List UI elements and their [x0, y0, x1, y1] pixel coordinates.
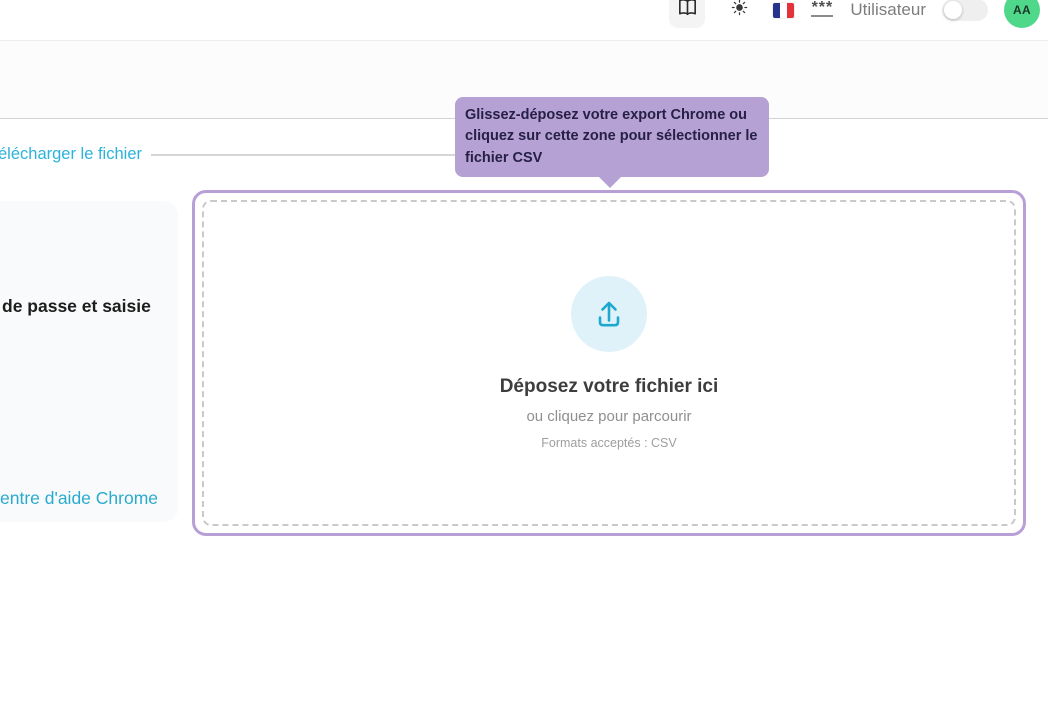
stepper-connector: [151, 154, 495, 156]
sun-icon: [730, 0, 749, 22]
french-flag-icon: [773, 3, 794, 18]
user-mode-toggle[interactable]: [942, 0, 988, 21]
passwords-button[interactable]: ***: [810, 3, 834, 17]
dropzone-title: Déposez votre fichier ici: [500, 376, 719, 398]
tooltip-text: Glissez-déposez votre export Chrome ou c…: [465, 107, 758, 166]
app-screen: *** Utilisateur AA élécharger le fichier…: [0, 0, 1048, 728]
asterisks-icon: ***: [812, 3, 834, 13]
help-card: [0, 201, 178, 522]
asterisks-underline: [811, 15, 833, 17]
stepper-step1-label[interactable]: élécharger le fichier: [0, 145, 142, 164]
upload-icon-circle: [571, 276, 647, 352]
avatar[interactable]: AA: [1004, 0, 1040, 28]
header: *** Utilisateur AA: [0, 0, 1048, 41]
theme-toggle-button[interactable]: [721, 0, 757, 28]
header-actions: *** Utilisateur AA: [669, 0, 1040, 38]
user-label: Utilisateur: [850, 0, 926, 20]
dropzone-tooltip: Glissez-déposez votre export Chrome ou c…: [455, 97, 769, 177]
tooltip-arrow: [599, 177, 621, 188]
chrome-help-link[interactable]: entre d'aide Chrome: [0, 488, 158, 509]
open-book-icon: [676, 0, 699, 24]
toggle-knob: [944, 1, 962, 19]
file-dropzone[interactable]: Déposez votre fichier ici ou cliquez pou…: [192, 190, 1026, 536]
dropzone-subtitle: ou cliquez pour parcourir: [526, 408, 691, 425]
upload-icon: [591, 294, 627, 335]
language-button[interactable]: [773, 0, 794, 28]
help-card-bold-text: de passe et saisie: [2, 296, 151, 317]
dropzone-formats: Formats acceptés : CSV: [541, 436, 676, 450]
file-dropzone-dashed-area[interactable]: Déposez votre fichier ici ou cliquez pou…: [202, 200, 1016, 526]
docs-button[interactable]: [669, 0, 705, 28]
